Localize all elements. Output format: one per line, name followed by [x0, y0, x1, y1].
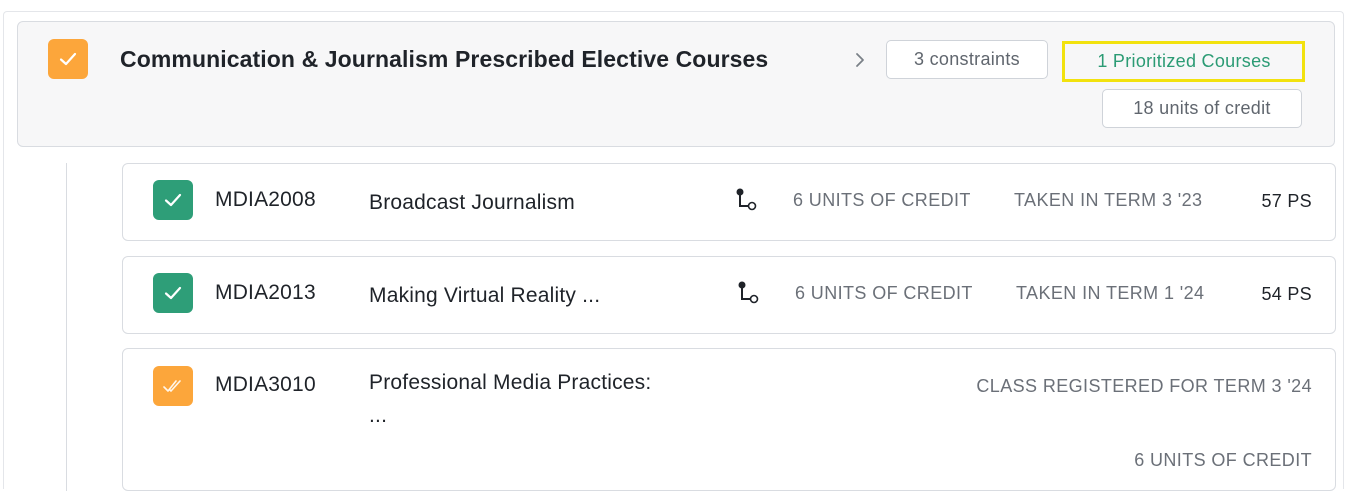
- route-icon[interactable]: [735, 187, 759, 218]
- credit-badge: 18 units of credit: [1102, 89, 1302, 128]
- chevron-right-icon[interactable]: [854, 52, 866, 73]
- route-icon[interactable]: [737, 280, 761, 311]
- course-term: TAKEN IN TERM 1 '24: [1016, 283, 1205, 303]
- course-row[interactable]: MDIA3010 Professional Media Practices: .…: [122, 348, 1336, 491]
- double-check-icon[interactable]: [153, 366, 193, 406]
- registration-status: CLASS REGISTERED FOR TERM 3 '24: [976, 376, 1312, 396]
- course-code: MDIA2008: [215, 188, 316, 211]
- course-name[interactable]: Broadcast Journalism: [369, 191, 575, 215]
- course-code: MDIA3010: [215, 373, 316, 396]
- highlight-box: [1062, 41, 1305, 82]
- course-row[interactable]: MDIA2013 Making Virtual Reality ... 6 UN…: [122, 256, 1336, 334]
- course-name[interactable]: Professional Media Practices:: [369, 371, 651, 395]
- course-row[interactable]: MDIA2008 Broadcast Journalism 6 UNITS OF…: [122, 163, 1336, 241]
- tree-connector: [66, 163, 67, 491]
- course-code: MDIA2013: [215, 281, 316, 304]
- check-icon[interactable]: [153, 273, 193, 313]
- course-credit: 6 UNITS OF CREDIT: [793, 190, 971, 210]
- course-grade: 57 PS: [1261, 191, 1312, 211]
- group-title[interactable]: Communication & Journalism Prescribed El…: [120, 46, 768, 73]
- constraints-badge[interactable]: 3 constraints: [886, 40, 1048, 79]
- course-term: TAKEN IN TERM 3 '23: [1014, 190, 1203, 210]
- course-group-header[interactable]: Communication & Journalism Prescribed El…: [17, 21, 1335, 147]
- check-icon[interactable]: [153, 180, 193, 220]
- course-name[interactable]: Making Virtual Reality ...: [369, 284, 600, 308]
- course-credit: 6 UNITS OF CREDIT: [795, 283, 973, 303]
- check-icon[interactable]: [48, 39, 88, 79]
- course-credit: 6 UNITS OF CREDIT: [1134, 450, 1312, 470]
- course-grade: 54 PS: [1261, 284, 1312, 304]
- course-name-ellipsis: ...: [369, 404, 388, 427]
